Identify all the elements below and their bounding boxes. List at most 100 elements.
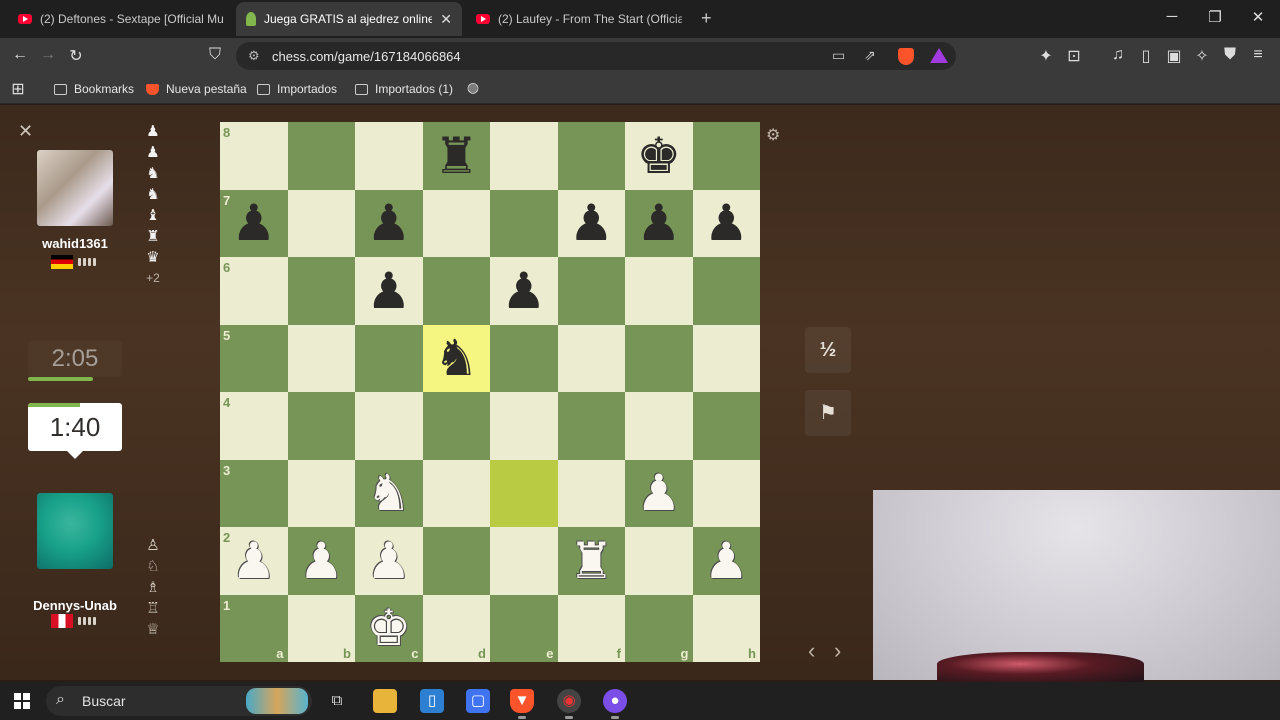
- square-g2[interactable]: [625, 527, 693, 595]
- brave-shields-icon[interactable]: [898, 48, 914, 65]
- resign-button[interactable]: ⚑: [805, 390, 851, 436]
- close-tab-icon[interactable]: ✕: [440, 11, 452, 28]
- square-g6[interactable]: [625, 257, 693, 325]
- square-g7[interactable]: ♟: [625, 189, 693, 257]
- square-f1[interactable]: f: [557, 594, 625, 662]
- square-b2[interactable]: ♟: [287, 527, 355, 595]
- wallet-icon[interactable]: ▣: [1164, 46, 1184, 66]
- forward-button[interactable]: →: [38, 46, 58, 64]
- site-info-icon[interactable]: ⚙: [248, 48, 260, 64]
- obs-icon[interactable]: ◉: [557, 689, 581, 713]
- bookmark-importados-1[interactable]: Importados (1): [355, 82, 453, 96]
- square-e6[interactable]: ♟: [490, 257, 558, 325]
- chevron-right-icon[interactable]: ›: [834, 638, 841, 664]
- square-d7[interactable]: [422, 189, 490, 257]
- square-e3[interactable]: [490, 459, 558, 527]
- reload-button[interactable]: ↻: [66, 46, 86, 66]
- black-pawn-icon[interactable]: ♟: [636, 198, 681, 248]
- square-h5[interactable]: [692, 324, 760, 392]
- square-a5[interactable]: 5: [220, 324, 288, 392]
- square-h2[interactable]: ♟: [692, 527, 760, 595]
- restore-button[interactable]: ❐: [1205, 8, 1225, 26]
- white-pawn-icon[interactable]: ♟: [704, 536, 749, 586]
- white-pawn-icon[interactable]: ♟: [636, 468, 681, 518]
- square-h4[interactable]: [692, 392, 760, 460]
- url-text[interactable]: chess.com/game/167184066864: [272, 49, 461, 64]
- square-f8[interactable]: [557, 122, 625, 190]
- square-b1[interactable]: b: [287, 594, 355, 662]
- brave-rewards-icon[interactable]: [930, 48, 948, 63]
- avatar-bottom-player[interactable]: [37, 493, 113, 569]
- square-g4[interactable]: [625, 392, 693, 460]
- square-b5[interactable]: [287, 324, 355, 392]
- white-knight-icon[interactable]: ♞: [366, 468, 411, 518]
- square-a4[interactable]: 4: [220, 392, 288, 460]
- black-pawn-icon[interactable]: ♟: [704, 198, 749, 248]
- square-b6[interactable]: [287, 257, 355, 325]
- square-d6[interactable]: [422, 257, 490, 325]
- square-e8[interactable]: [490, 122, 558, 190]
- square-d5[interactable]: ♞: [422, 324, 490, 392]
- square-f6[interactable]: [557, 257, 625, 325]
- black-pawn-icon[interactable]: ♟: [569, 198, 614, 248]
- bookmark-nueva-pestana[interactable]: Nueva pestaña: [146, 82, 247, 96]
- tab-deftones[interactable]: (2) Deftones - Sextape [Official Music: [8, 4, 234, 34]
- square-d3[interactable]: [422, 459, 490, 527]
- square-d2[interactable]: [422, 527, 490, 595]
- white-king-icon[interactable]: ♚: [366, 603, 411, 653]
- square-g1[interactable]: g: [625, 594, 693, 662]
- square-c8[interactable]: [355, 122, 423, 190]
- square-c5[interactable]: [355, 324, 423, 392]
- black-pawn-icon[interactable]: ♟: [501, 266, 546, 316]
- square-f2[interactable]: ♜: [557, 527, 625, 595]
- leo-ai-icon[interactable]: ✧: [1192, 46, 1212, 66]
- app-icon[interactable]: ▢: [466, 689, 490, 713]
- square-e2[interactable]: [490, 527, 558, 595]
- square-g8[interactable]: ♚: [625, 122, 693, 190]
- square-a3[interactable]: 3: [220, 459, 288, 527]
- square-f4[interactable]: [557, 392, 625, 460]
- square-d8[interactable]: ♜: [422, 122, 490, 190]
- bookmark-page-icon[interactable]: ⛉: [205, 46, 225, 64]
- square-a1[interactable]: 1a: [220, 594, 288, 662]
- globe-icon[interactable]: ◍: [463, 79, 483, 96]
- square-c1[interactable]: c ♚: [355, 594, 423, 662]
- minimize-button[interactable]: ─: [1162, 8, 1182, 25]
- square-a7[interactable]: 7 ♟: [220, 189, 288, 257]
- bottom-player-name[interactable]: Dennys-Unab: [20, 598, 130, 613]
- square-d1[interactable]: d: [422, 594, 490, 662]
- black-pawn-icon[interactable]: ♟: [366, 266, 411, 316]
- square-a2[interactable]: 2 ♟: [220, 527, 288, 595]
- bookmark-importados[interactable]: Importados: [257, 82, 337, 96]
- square-f3[interactable]: [557, 459, 625, 527]
- black-king-icon[interactable]: ♚: [636, 131, 681, 181]
- square-e4[interactable]: [490, 392, 558, 460]
- offer-draw-button[interactable]: ½: [805, 327, 851, 373]
- chat-app-icon[interactable]: ●: [603, 689, 627, 713]
- square-b8[interactable]: [287, 122, 355, 190]
- gear-icon[interactable]: ⚙: [766, 125, 780, 145]
- square-g3[interactable]: ♟: [625, 459, 693, 527]
- square-h3[interactable]: [692, 459, 760, 527]
- media-icon[interactable]: ♫: [1108, 46, 1128, 64]
- new-tab-button[interactable]: +: [701, 8, 712, 29]
- square-f5[interactable]: [557, 324, 625, 392]
- square-a8[interactable]: 8: [220, 122, 288, 190]
- square-d4[interactable]: [422, 392, 490, 460]
- square-a6[interactable]: 6: [220, 257, 288, 325]
- share-icon[interactable]: ⇗: [864, 47, 876, 64]
- chevron-left-icon[interactable]: ‹: [808, 638, 815, 664]
- vpn-icon[interactable]: ⛊: [1220, 46, 1240, 64]
- square-e1[interactable]: e: [490, 594, 558, 662]
- sidebar-icon[interactable]: ▯: [1136, 46, 1156, 66]
- chess-board[interactable]: 8 ♜ ♚ 7 ♟ ♟ ♟ ♟ ♟ 6 ♟ ♟ 5 ♞ 4 3 ♞ ♟ 2 ♟ ♟ ♟ ♜ ♟ 1 a b c ♚ d e f g h: [220, 122, 760, 662]
- white-rook-icon[interactable]: ♜: [569, 536, 614, 586]
- top-player-name[interactable]: wahid1361: [20, 236, 130, 251]
- bookmark-bookmarks[interactable]: Bookmarks: [54, 82, 134, 96]
- apps-grid-icon[interactable]: ⊞: [8, 79, 28, 99]
- square-c7[interactable]: ♟: [355, 189, 423, 257]
- back-button[interactable]: ←: [10, 46, 30, 64]
- square-c3[interactable]: ♞: [355, 459, 423, 527]
- square-h6[interactable]: [692, 257, 760, 325]
- square-b4[interactable]: [287, 392, 355, 460]
